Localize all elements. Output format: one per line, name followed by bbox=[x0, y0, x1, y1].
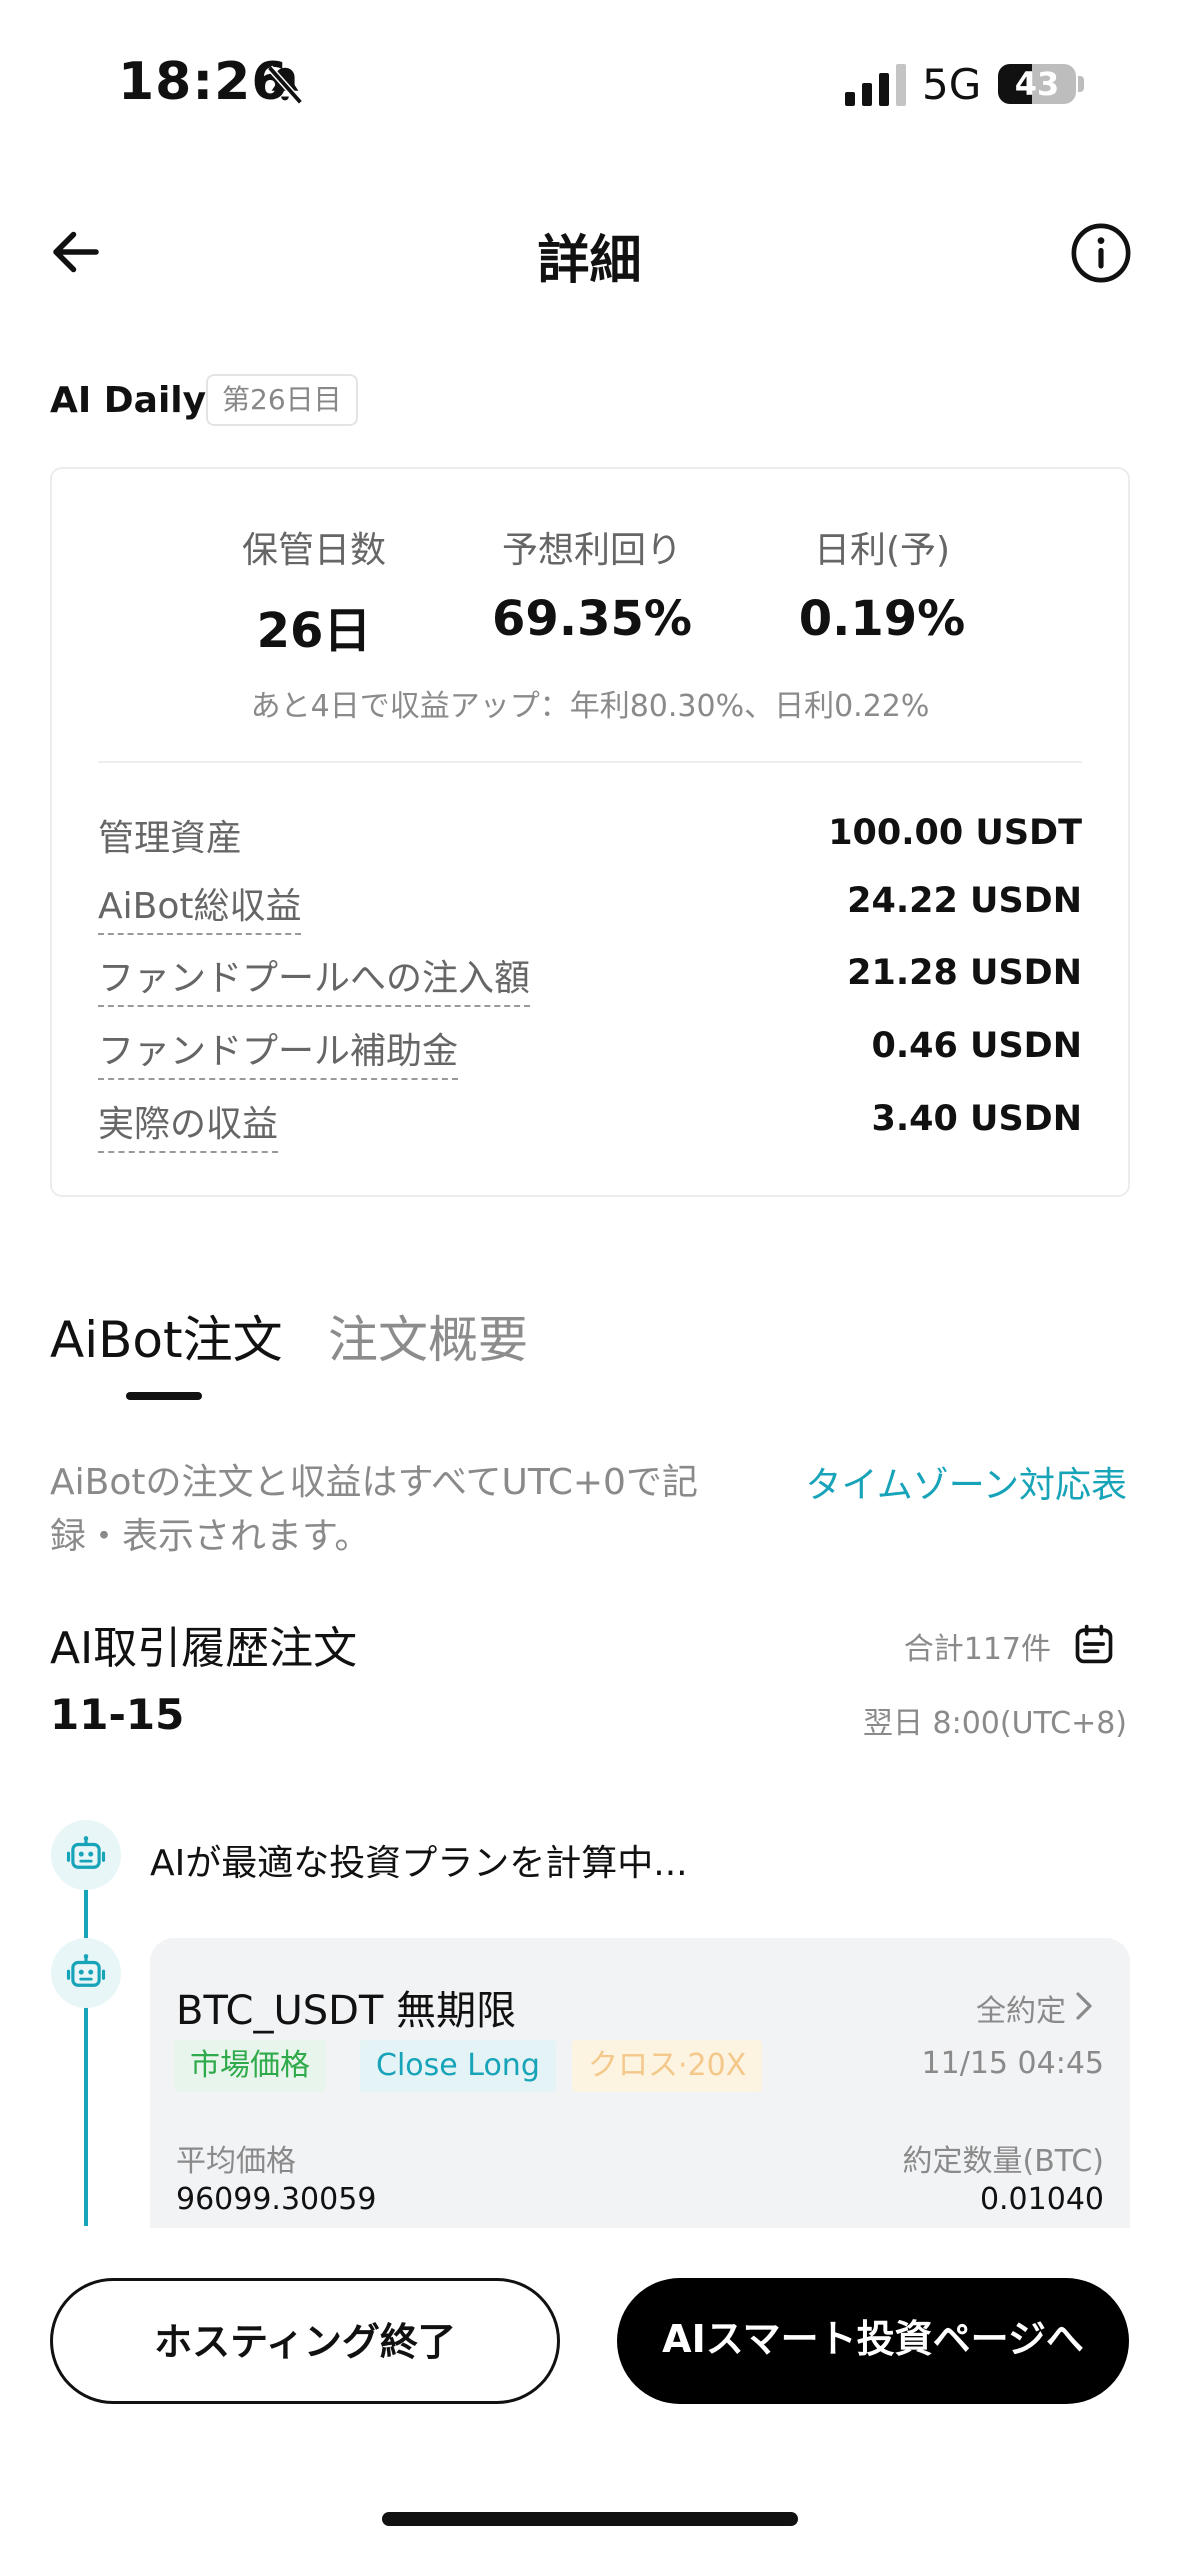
end-hosting-button[interactable]: ホスティング終了 bbox=[50, 2278, 560, 2404]
order-pair: BTC_USDT 無期限 bbox=[176, 1988, 517, 2034]
battery-nub bbox=[1078, 76, 1084, 92]
battery-icon: 43 bbox=[998, 64, 1076, 104]
network-type: 5G bbox=[922, 60, 982, 109]
tab-aibot-orders[interactable]: AiBot注文 bbox=[50, 1300, 283, 1372]
stat-expected-yield: 予想利回り 69.35% bbox=[442, 521, 742, 647]
history-total: 合計117件 bbox=[903, 1632, 1051, 1667]
history-title: AI取引履歴注文 bbox=[50, 1623, 358, 1674]
info-icon[interactable] bbox=[1070, 222, 1132, 284]
home-indicator bbox=[382, 2512, 798, 2526]
detail-value: 21.28 USDN bbox=[847, 953, 1082, 993]
stat-daily-rate: 日利(予) 0.19% bbox=[732, 521, 1032, 647]
order-status-link[interactable]: 全約定 bbox=[976, 1986, 1066, 2030]
filled-qty-value: 0.01040 bbox=[979, 2182, 1104, 2217]
detail-label[interactable]: ファンドプールへの注入額 bbox=[98, 949, 531, 1007]
detail-row-pool-subsidy[interactable]: ファンドプール補助金 0.46 USDN bbox=[98, 1022, 1082, 1082]
bell-off-icon bbox=[267, 65, 303, 105]
stat-label: 予想利回り bbox=[501, 530, 682, 571]
tab-order-overview[interactable]: 注文概要 bbox=[328, 1300, 528, 1372]
yield-hint: あと4日で収益アップ：年利80.30%、日利0.22% bbox=[250, 689, 930, 724]
signal-icon bbox=[845, 64, 906, 106]
stat-value: 0.19% bbox=[798, 591, 966, 647]
calendar-icon[interactable] bbox=[1072, 1622, 1116, 1666]
avg-price-value: 96099.30059 bbox=[176, 2182, 377, 2217]
robot-icon bbox=[51, 1820, 121, 1890]
detail-label[interactable]: ファンドプール補助金 bbox=[98, 1022, 459, 1080]
tag-cross-leverage: クロス·20X bbox=[572, 2040, 763, 2092]
tag-close-long: Close Long bbox=[360, 2040, 556, 2092]
calculating-text: AIが最適な投資プランを計算中... bbox=[150, 1843, 688, 1884]
history-date: 11-15 bbox=[50, 1690, 185, 1739]
timezone-table-link[interactable]: タイムゾーン対応表 bbox=[806, 1456, 1127, 1508]
summary-card: 保管日数 26日 予想利回り 69.35% 日利(予) 0.19% あと4日で収… bbox=[50, 467, 1130, 1197]
divider bbox=[98, 761, 1082, 763]
stat-value: 26日 bbox=[256, 603, 372, 659]
utc-note: AiBotの注文と収益はすべてUTC+0で記録・表示されます。 bbox=[50, 1462, 698, 1557]
detail-row-total-profit[interactable]: AiBot総収益 24.22 USDN bbox=[98, 877, 1082, 937]
detail-label[interactable]: AiBot総収益 bbox=[98, 877, 302, 935]
detail-label[interactable]: 実際の収益 bbox=[98, 1095, 279, 1153]
detail-value: 3.40 USDN bbox=[871, 1099, 1082, 1139]
chevron-right-icon[interactable] bbox=[1074, 1992, 1094, 2020]
detail-value: 100.00 USDT bbox=[828, 813, 1082, 853]
stat-label: 日利(予) bbox=[813, 530, 951, 571]
stat-label: 保管日数 bbox=[241, 530, 386, 571]
detail-row-pool-injection[interactable]: ファンドプールへの注入額 21.28 USDN bbox=[98, 949, 1082, 1009]
ai-smart-invest-button[interactable]: AIスマート投資ページへ bbox=[617, 2278, 1129, 2404]
detail-value: 24.22 USDN bbox=[847, 881, 1082, 921]
battery-level: 43 bbox=[1014, 65, 1060, 103]
avg-price-label: 平均価格 bbox=[176, 2144, 296, 2179]
detail-value: 0.46 USDN bbox=[871, 1026, 1082, 1066]
order-card[interactable]: BTC_USDT 無期限 全約定 11/15 04:45 市場価格 Close … bbox=[150, 1938, 1130, 2228]
stat-value: 69.35% bbox=[492, 591, 692, 647]
stat-custody-days: 保管日数 26日 bbox=[164, 521, 464, 661]
history-next-time: 翌日 8:00(UTC+8) bbox=[862, 1706, 1127, 1741]
bot-name: AI Daily bbox=[50, 380, 207, 421]
detail-label: 管理資産 bbox=[98, 818, 243, 859]
timeline-line bbox=[84, 1880, 88, 2226]
day-badge: 第26日目 bbox=[206, 374, 358, 426]
detail-row-managed-assets: 管理資産 100.00 USDT bbox=[98, 809, 1082, 869]
detail-row-actual-profit[interactable]: 実際の収益 3.40 USDN bbox=[98, 1095, 1082, 1155]
robot-icon bbox=[51, 1938, 121, 2008]
order-time: 11/15 04:45 bbox=[921, 2046, 1104, 2081]
tab-indicator bbox=[126, 1392, 202, 1400]
page-title: 詳細 bbox=[537, 231, 642, 291]
tag-market-price: 市場価格 bbox=[174, 2040, 326, 2092]
filled-qty-label: 約定数量(BTC) bbox=[902, 2144, 1104, 2179]
